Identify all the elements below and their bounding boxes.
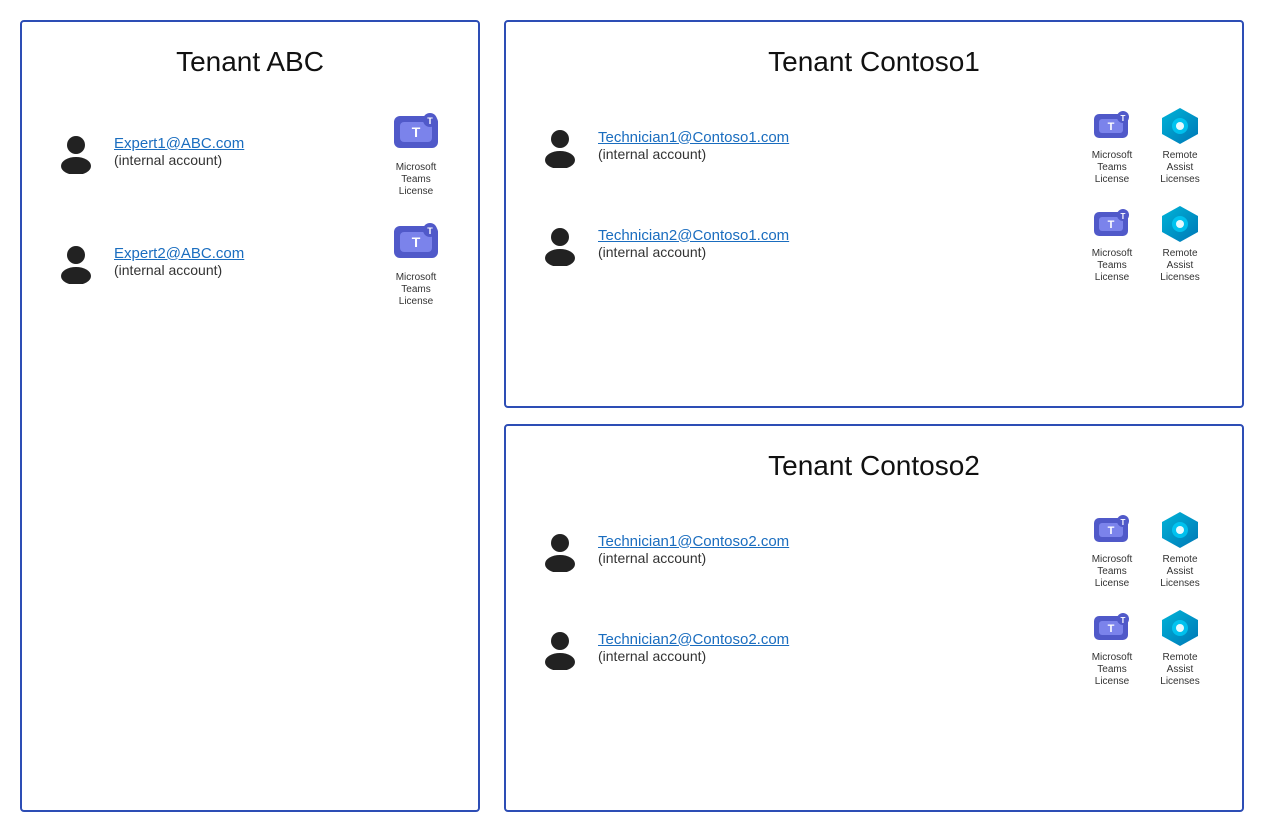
user-row-tech2-c1: Technician2@Contoso1.com (internal accou… [538, 204, 1210, 284]
user-account-tech2-c2: (internal account) [598, 648, 706, 664]
svg-text:T: T [1108, 525, 1115, 537]
teams-label-tech2-c2: Microsoft Teams License [1082, 652, 1142, 688]
svg-text:T: T [1121, 518, 1126, 527]
license-group-tech1-c1: T T Microsoft Teams License [1082, 106, 1210, 186]
remote-assist-label-tech1-c2: Remote Assist Licenses [1150, 554, 1210, 590]
main-layout: Tenant ABC Expert1@ABC.com (internal acc… [20, 20, 1244, 812]
user-info-tech1-c1: Technician1@Contoso1.com (internal accou… [598, 129, 1066, 164]
teams-license-tech2-c2: T T Microsoft Teams License [1082, 608, 1142, 688]
svg-text:T: T [1108, 121, 1115, 133]
user-account-tech1-c1: (internal account) [598, 146, 706, 162]
svg-text:T: T [1121, 114, 1126, 123]
license-group-tech2-c2: T T Microsoft Teams License [1082, 608, 1210, 688]
license-group-tech1-c2: T T Microsoft Teams License [1082, 510, 1210, 590]
teams-license-item-1: T T Microsoft Teams License [386, 106, 446, 198]
tenant-contoso1-box: Tenant Contoso1 Technician1@Contoso1.com… [504, 20, 1244, 408]
abc-license-group-1: T T Microsoft Teams License [386, 106, 446, 198]
user-info-tech2-c2: Technician2@Contoso2.com (internal accou… [598, 631, 1066, 666]
user-avatar-expert1 [54, 130, 98, 174]
user-email-expert2[interactable]: Expert2@ABC.com [114, 245, 362, 262]
teams-license-tech2-c1: T T Microsoft Teams License [1082, 204, 1142, 284]
remote-assist-license-tech1-c2: Remote Assist Licenses [1150, 510, 1210, 590]
license-group-tech2-c1: T T Microsoft Teams License [1082, 204, 1210, 284]
teams-license-tech1-c1: T T Microsoft Teams License [1082, 106, 1142, 186]
remote-assist-label-tech2-c1: Remote Assist Licenses [1150, 248, 1210, 284]
user-account-tech1-c2: (internal account) [598, 550, 706, 566]
svg-text:T: T [1121, 616, 1126, 625]
teams-label-tech1-c1: Microsoft Teams License [1082, 150, 1142, 186]
teams-label-tech2-c1: Microsoft Teams License [1082, 248, 1142, 284]
user-info-tech1-c2: Technician1@Contoso2.com (internal accou… [598, 533, 1066, 568]
user-email-tech1-c1[interactable]: Technician1@Contoso1.com [598, 129, 1066, 146]
teams-license-label-2: Microsoft Teams License [386, 272, 446, 308]
user-avatar-tech2-c1 [538, 222, 582, 266]
user-row-tech2-c2: Technician2@Contoso2.com (internal accou… [538, 608, 1210, 688]
svg-text:T: T [427, 116, 433, 126]
user-account-expert2: (internal account) [114, 262, 222, 278]
svg-text:T: T [1121, 212, 1126, 221]
remote-assist-license-tech2-c1: Remote Assist Licenses [1150, 204, 1210, 284]
user-info-expert2: Expert2@ABC.com (internal account) [114, 245, 362, 280]
svg-text:T: T [1108, 623, 1115, 635]
tenant-abc-title: Tenant ABC [54, 46, 446, 78]
tenant-abc-box: Tenant ABC Expert1@ABC.com (internal acc… [20, 20, 480, 812]
user-info-expert1: Expert1@ABC.com (internal account) [114, 135, 362, 170]
tenant-contoso2-title: Tenant Contoso2 [538, 450, 1210, 482]
teams-license-item-2: T T Microsoft Teams License [386, 216, 446, 308]
user-account-expert1: (internal account) [114, 152, 222, 168]
remote-assist-label-tech2-c2: Remote Assist Licenses [1150, 652, 1210, 688]
user-avatar-tech2-c2 [538, 626, 582, 670]
user-avatar-tech1-c2 [538, 528, 582, 572]
teams-label-tech1-c2: Microsoft Teams License [1082, 554, 1142, 590]
user-email-tech2-c2[interactable]: Technician2@Contoso2.com [598, 631, 1066, 648]
tenant-contoso2-box: Tenant Contoso2 Technician1@Contoso2.com… [504, 424, 1244, 812]
user-row-expert2: Expert2@ABC.com (internal account) T T M… [54, 216, 446, 308]
svg-text:T: T [427, 226, 433, 236]
svg-text:T: T [1108, 219, 1115, 231]
user-email-expert1[interactable]: Expert1@ABC.com [114, 135, 362, 152]
remote-assist-license-tech1-c1: Remote Assist Licenses [1150, 106, 1210, 186]
remote-assist-license-tech2-c2: Remote Assist Licenses [1150, 608, 1210, 688]
user-row-expert1: Expert1@ABC.com (internal account) T T M… [54, 106, 446, 198]
remote-assist-label-tech1-c1: Remote Assist Licenses [1150, 150, 1210, 186]
teams-license-label-1: Microsoft Teams License [386, 162, 446, 198]
user-email-tech1-c2[interactable]: Technician1@Contoso2.com [598, 533, 1066, 550]
left-panel: Tenant ABC Expert1@ABC.com (internal acc… [20, 20, 480, 812]
user-row-tech1-c1: Technician1@Contoso1.com (internal accou… [538, 106, 1210, 186]
tenant-contoso1-title: Tenant Contoso1 [538, 46, 1210, 78]
teams-license-tech1-c2: T T Microsoft Teams License [1082, 510, 1142, 590]
user-row-tech1-c2: Technician1@Contoso2.com (internal accou… [538, 510, 1210, 590]
user-avatar-tech1-c1 [538, 124, 582, 168]
user-info-tech2-c1: Technician2@Contoso1.com (internal accou… [598, 227, 1066, 262]
user-email-tech2-c1[interactable]: Technician2@Contoso1.com [598, 227, 1066, 244]
user-avatar-expert2 [54, 240, 98, 284]
svg-text:T: T [412, 234, 421, 250]
svg-text:T: T [412, 124, 421, 140]
user-account-tech2-c1: (internal account) [598, 244, 706, 260]
abc-license-group-2: T T Microsoft Teams License [386, 216, 446, 308]
right-panel: Tenant Contoso1 Technician1@Contoso1.com… [504, 20, 1244, 812]
